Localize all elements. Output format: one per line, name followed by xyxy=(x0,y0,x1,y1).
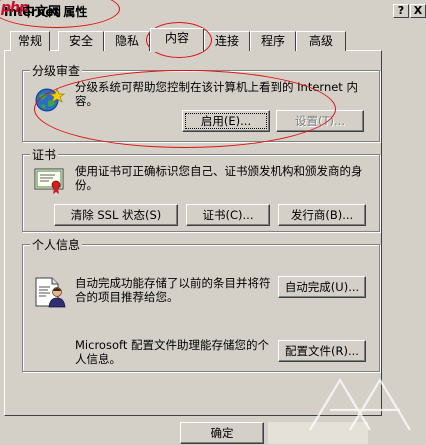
settings-button[interactable]: 设置(T)... xyxy=(276,110,364,132)
globe-star-icon xyxy=(35,88,66,112)
certificate-icon xyxy=(34,168,64,194)
profile-button[interactable]: 配置文件(R)... xyxy=(278,340,366,362)
tab-advanced[interactable]: 高级 xyxy=(296,31,346,51)
close-button[interactable]: X xyxy=(410,4,426,18)
watermark-text: 中文网 xyxy=(22,5,62,20)
personal-info-title: 个人信息 xyxy=(30,236,83,253)
title-bar: Internet 属性 php 中文网 ? X xyxy=(0,0,426,22)
autocomplete-button[interactable]: 自动完成(U)... xyxy=(278,276,366,298)
profile-description: Microsoft 配置文件助理能存储您的个人信息。 xyxy=(75,338,269,366)
content-advisor-title: 分级审查 xyxy=(30,62,83,79)
content-advisor-description: 分级系统可帮助您控制在该计算机上看到的 Internet 内容。 xyxy=(75,80,358,108)
tab-privacy[interactable]: 隐私 xyxy=(104,31,150,51)
profile-document-icon xyxy=(35,277,66,308)
autocomplete-description: 自动完成功能存储了以前的条目并将符合的项目推荐给您。 xyxy=(75,276,271,304)
tab-programs[interactable]: 程序 xyxy=(250,31,296,51)
tab-general[interactable]: 常规 xyxy=(10,31,50,51)
watermark-pattern xyxy=(309,377,411,431)
tab-content[interactable]: 内容 xyxy=(150,28,204,52)
ok-button[interactable]: 确定 xyxy=(180,422,264,444)
certificates-title: 证书 xyxy=(30,146,59,163)
enable-button[interactable]: 启用(E)... xyxy=(182,110,270,132)
help-button[interactable]: ? xyxy=(393,4,409,18)
tab-connections[interactable]: 连接 xyxy=(204,31,250,51)
clear-ssl-state-button[interactable]: 清除 SSL 状态(S) xyxy=(54,204,178,226)
publishers-button[interactable]: 发行商(B)... xyxy=(278,204,366,226)
certificates-description: 使用证书可正确标识您自己、证书颁发机构和颁发商的身份。 xyxy=(75,164,363,192)
certificates-button[interactable]: 证书(C)... xyxy=(186,204,270,226)
tab-security[interactable]: 安全 xyxy=(58,31,104,51)
